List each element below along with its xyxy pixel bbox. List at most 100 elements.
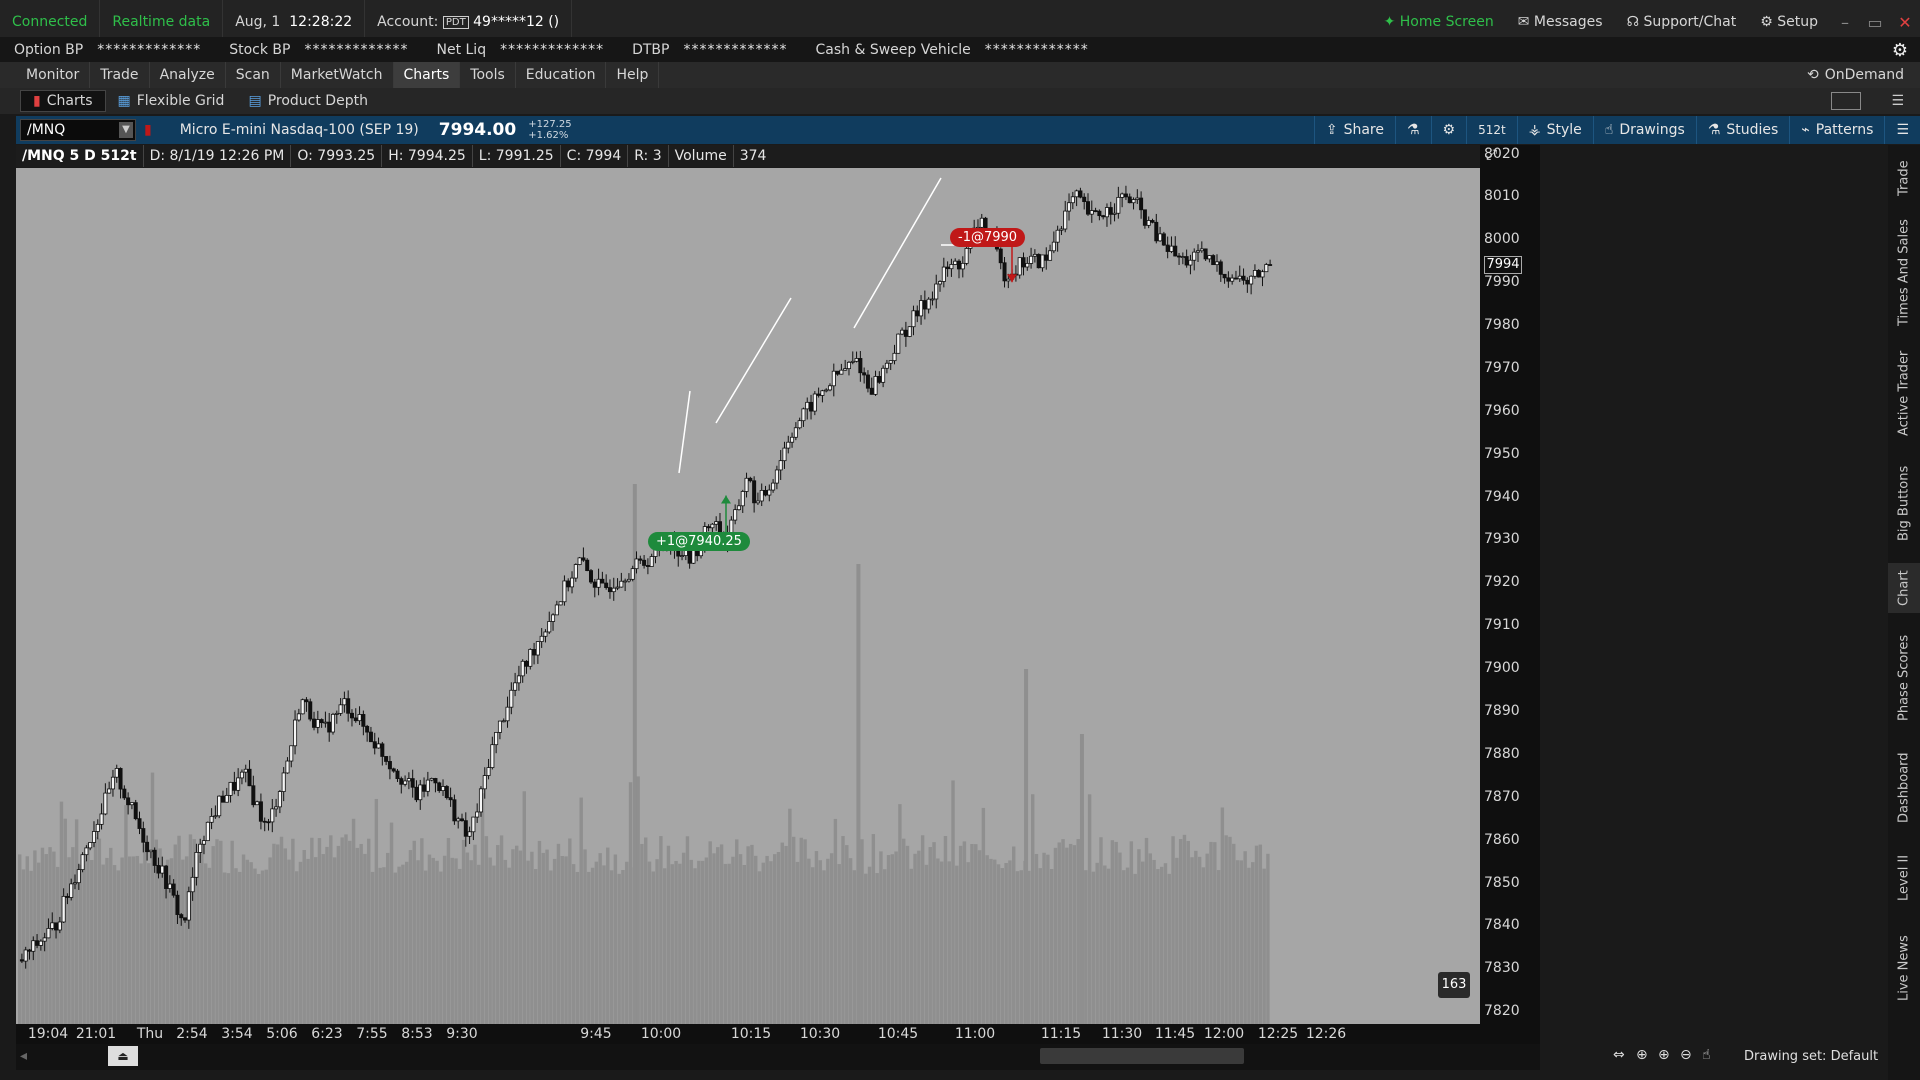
drawing-set-label[interactable]: Drawing set: Default <box>1744 1049 1878 1064</box>
hand-icon[interactable]: ☝ <box>1702 1047 1711 1063</box>
scrollbar-thumb[interactable] <box>1040 1048 1244 1064</box>
candle-body <box>953 260 958 265</box>
trend-line-drawing[interactable] <box>715 297 792 424</box>
volume-bar <box>590 867 595 1024</box>
candle-body <box>88 842 93 849</box>
price-chart[interactable]: +1@7940.25 -1@7990 163 <box>16 147 1480 1024</box>
chart-canvas[interactable] <box>16 147 1480 1024</box>
chevron-down-icon[interactable]: ▼ <box>119 122 133 138</box>
menu-analyze[interactable]: Analyze <box>150 62 226 88</box>
volume-bar <box>1030 794 1035 1024</box>
ondemand-button[interactable]: ⟲ OnDemand <box>1807 67 1920 83</box>
candle-body <box>919 300 924 317</box>
volume-bar <box>1228 836 1232 1024</box>
candle-body <box>243 768 248 773</box>
flask-button[interactable]: ⚗ <box>1394 116 1431 144</box>
candle-body <box>1268 264 1273 266</box>
close-button[interactable]: ✕ <box>1890 13 1920 32</box>
candle-body <box>1036 253 1041 269</box>
messages-label: Messages <box>1533 14 1603 30</box>
x-tick: 12:25 <box>1257 1026 1299 1042</box>
collapse-button[interactable]: ⏏ <box>108 1046 138 1066</box>
x-tick: 10:15 <box>730 1026 772 1042</box>
volume-bar <box>245 859 250 1024</box>
candle-body <box>486 767 491 776</box>
scroll-left-icon[interactable]: ◂ <box>20 1048 27 1064</box>
style-button[interactable]: ⚶ Style <box>1516 116 1593 144</box>
candle-body <box>1241 275 1246 281</box>
zoom-out-icon[interactable]: ⊖ <box>1680 1047 1692 1063</box>
share-button[interactable]: ⇪ Share <box>1313 116 1395 144</box>
candle-body <box>763 489 768 496</box>
rail-big-buttons[interactable]: Big Buttons <box>1888 453 1920 553</box>
tab-product-depth[interactable]: ▤ Product Depth <box>236 90 379 112</box>
maximize-button[interactable]: ▭ <box>1860 13 1890 32</box>
volume-bar <box>74 819 79 1024</box>
time-axis[interactable]: 19:04 21:01 Thu 2:54 3:54 5:06 6:23 7:55 8:53 9:3… <box>16 1024 1540 1044</box>
menu-tools[interactable]: Tools <box>460 62 516 88</box>
option-bp-label[interactable]: Option BP <box>0 42 93 58</box>
rail-phase-scores[interactable]: Phase Scores <box>1888 623 1920 733</box>
x-tick: 2:54 <box>176 1026 208 1042</box>
crosshair-icon[interactable]: ⊕ <box>1636 1047 1648 1063</box>
candle-body <box>110 776 115 790</box>
volume-bar <box>162 873 166 1024</box>
tab-flexible-grid[interactable]: ▦ Flexible Grid <box>106 90 237 112</box>
rail-trade[interactable]: Trade <box>1888 153 1920 203</box>
net-liq-label[interactable]: Net Liq <box>422 42 496 58</box>
menu-charts[interactable]: Charts <box>393 62 461 88</box>
sell-trade-badge[interactable]: -1@7990 <box>950 228 1026 248</box>
rail-chart[interactable]: Chart <box>1888 563 1920 613</box>
menu-marketwatch[interactable]: MarketWatch <box>281 62 394 88</box>
menu-scan[interactable]: Scan <box>226 62 281 88</box>
studies-button[interactable]: ⚗ Studies <box>1695 116 1790 144</box>
price-axis[interactable]: ⤢ 8020 8010 8000 7990 7980 7970 7960 7950 7940 79… <box>1480 145 1540 1024</box>
menu-icon[interactable]: ☰ <box>1884 116 1920 144</box>
gear-icon[interactable]: ⚙ <box>1892 40 1908 61</box>
volume-bar <box>473 844 477 1024</box>
aggregation-button[interactable]: 512t <box>1466 116 1517 144</box>
settings-button[interactable]: ⚙ <box>1430 116 1467 144</box>
candle-body <box>1169 245 1174 252</box>
rail-level-ii[interactable]: Level II <box>1888 843 1920 913</box>
rail-active-trader[interactable]: Active Trader <box>1888 343 1920 443</box>
volume-bar <box>1167 873 1171 1024</box>
volume-bar <box>351 818 356 1024</box>
list-icon[interactable]: ☰ <box>1891 93 1904 109</box>
volume-bar <box>1118 852 1122 1024</box>
candle-body <box>1146 220 1151 226</box>
pan-icon[interactable]: ⇔ <box>1613 1047 1625 1063</box>
count-badge[interactable]: 163 <box>1438 972 1470 998</box>
trend-line-drawing[interactable] <box>678 390 691 474</box>
aggregation-label: 512t <box>1478 123 1506 137</box>
rail-dashboard[interactable]: Dashboard <box>1888 743 1920 833</box>
rail-live-news[interactable]: Live News <box>1888 923 1920 1013</box>
tab-charts[interactable]: ▮ Charts <box>20 90 106 112</box>
drawings-button[interactable]: ☝ Drawings <box>1592 116 1696 144</box>
candle-body <box>535 641 540 656</box>
minimize-button[interactable]: – <box>1830 13 1860 32</box>
candle-body <box>80 854 85 871</box>
menu-monitor[interactable]: Monitor <box>16 62 91 88</box>
zoom-in-icon[interactable]: ⊕ <box>1658 1047 1670 1063</box>
menu-help[interactable]: Help <box>606 62 660 88</box>
volume-bar <box>879 851 883 1024</box>
candle-body <box>186 891 191 921</box>
volume-bar <box>735 839 739 1024</box>
volume-bar <box>693 868 697 1024</box>
menu-trade[interactable]: Trade <box>90 62 150 88</box>
rail-times-and-sales[interactable]: Times And Sales <box>1888 213 1920 333</box>
candle-body <box>1116 196 1121 214</box>
symbol-input[interactable]: /MNQ ▼ <box>20 119 136 141</box>
patterns-button[interactable]: ⌁ Patterns <box>1789 116 1884 144</box>
candle-body <box>1173 245 1178 257</box>
x-tick: 6:23 <box>311 1026 343 1042</box>
volume-bar <box>845 845 849 1024</box>
buy-trade-badge[interactable]: +1@7940.25 <box>648 531 750 551</box>
layout-button[interactable] <box>1831 92 1862 110</box>
volume-bar <box>275 844 280 1024</box>
candle-body <box>1108 207 1113 215</box>
menu-education[interactable]: Education <box>516 62 607 88</box>
dtbp-label: DTBP <box>632 42 670 58</box>
volume-bar <box>101 864 105 1024</box>
